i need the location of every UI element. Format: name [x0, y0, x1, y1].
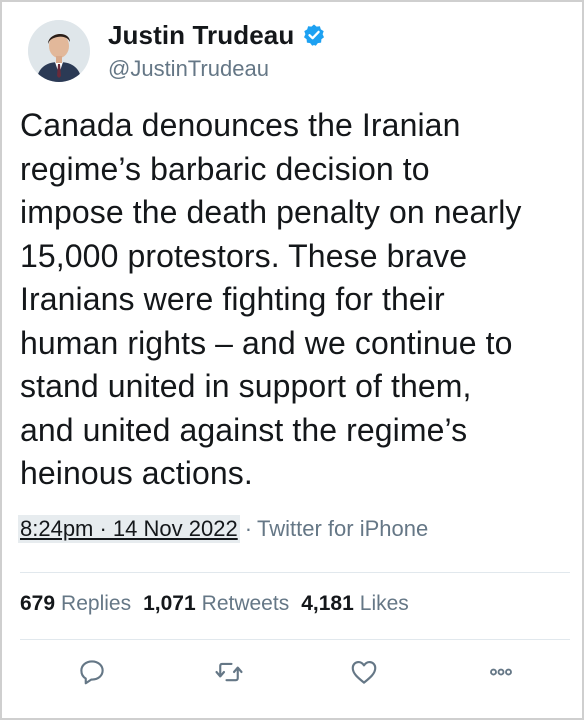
- tweet-card: Justin Trudeau @JustinTrudeau Canada den…: [0, 0, 584, 720]
- tweet-text: Canada denounces the Iranian regime’s ba…: [20, 104, 570, 496]
- action-bar: [62, 652, 532, 692]
- more-icon: [490, 668, 512, 676]
- tweet-line: regime’s barbaric decision to: [20, 150, 430, 187]
- tweet-header: Justin Trudeau @JustinTrudeau: [24, 18, 564, 88]
- likes-count[interactable]: 4,181: [301, 592, 354, 616]
- tweet-line: stand united in support of them,: [20, 368, 472, 404]
- retweet-button[interactable]: [209, 652, 249, 692]
- likes-label[interactable]: Likes: [360, 592, 409, 616]
- verified-badge-icon: [302, 23, 326, 47]
- tweet-line: heinous actions.: [20, 455, 253, 491]
- handle[interactable]: @JustinTrudeau: [108, 56, 326, 82]
- retweets-label[interactable]: Retweets: [202, 592, 290, 616]
- timestamp-link[interactable]: 8:24pm · 14 Nov 2022: [18, 515, 240, 543]
- tweet-meta: 8:24pm · 14 Nov 2022 · Twitter for iPhon…: [18, 513, 428, 545]
- display-name[interactable]: Justin Trudeau: [108, 20, 294, 51]
- more-button[interactable]: [481, 652, 521, 692]
- author-names: Justin Trudeau @JustinTrudeau: [108, 18, 326, 82]
- meta-separator: ·: [244, 516, 253, 541]
- divider: [20, 572, 570, 573]
- source-label[interactable]: Twitter for iPhone: [257, 516, 428, 542]
- replies-label[interactable]: Replies: [61, 592, 131, 616]
- tweet-line: 15,000 protestors. These brave: [20, 237, 468, 274]
- like-button[interactable]: [344, 652, 384, 692]
- avatar[interactable]: [28, 20, 90, 82]
- tweet-line: impose the death penalty on nearly: [20, 194, 522, 230]
- reply-icon: [80, 660, 104, 685]
- display-name-row: Justin Trudeau: [108, 18, 326, 52]
- profile-photo-icon: [28, 20, 90, 82]
- replies-count[interactable]: 679: [20, 592, 55, 616]
- tweet-line: Canada denounces the Iranian: [20, 107, 461, 143]
- tweet-line: Iranians were fighting for their: [20, 281, 445, 317]
- retweet-icon: [215, 662, 243, 682]
- tweet-line: and united against the regime’s: [20, 411, 468, 448]
- reply-button[interactable]: [72, 652, 112, 692]
- tweet-line: human rights – and we continue to: [20, 324, 513, 361]
- heart-icon: [351, 660, 377, 684]
- retweets-count[interactable]: 1,071: [143, 592, 196, 616]
- tweet-stats: 679 Replies 1,071 Retweets 4,181 Likes: [20, 592, 421, 616]
- divider: [20, 639, 570, 640]
